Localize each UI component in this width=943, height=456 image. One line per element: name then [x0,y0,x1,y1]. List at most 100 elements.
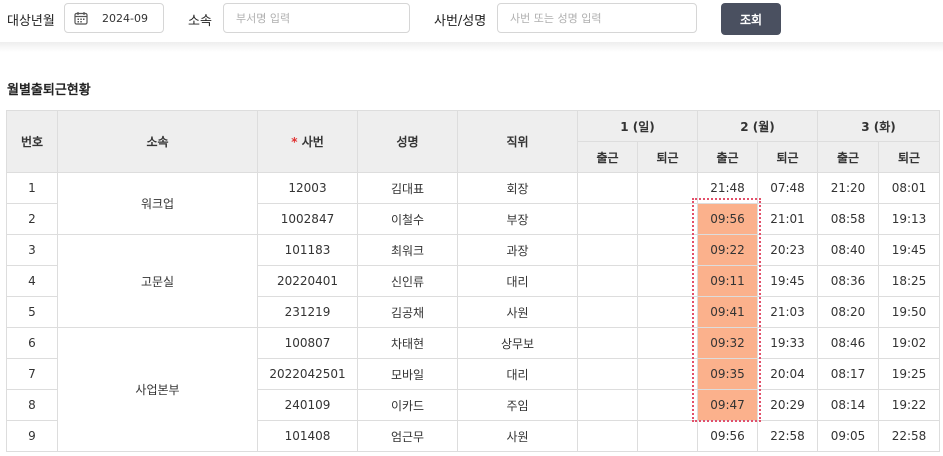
position-cell: 주임 [457,389,578,421]
search-button[interactable]: 조회 [721,3,781,35]
day2-out-cell: 20:04 [757,358,818,390]
day3-in-cell: 09:05 [817,420,879,452]
day3-in-cell: 21:20 [817,172,879,204]
table-row[interactable]: 1 워크업 12003 김대표 회장 21:48 07:48 21:20 08:… [6,172,940,235]
day2-in-cell-highlighted: 09:32 [697,327,758,359]
day1-in-cell [577,389,638,421]
emp-id-cell: 12003 [257,172,358,204]
emp-id-cell: 101183 [257,234,358,266]
filter-divider [0,42,943,52]
dept-cell: 워크업 [57,172,258,235]
emp-id-cell: 101408 [257,420,358,452]
day2-in-cell: 09:56 [697,420,758,452]
calendar-icon[interactable] [74,11,88,25]
month-picker[interactable] [64,3,164,33]
name-cell: 차태현 [357,327,458,359]
name-cell: 엄근무 [357,420,458,452]
day1-in-cell [577,203,638,235]
day2-in-cell: 21:48 [697,172,758,204]
emp-id-cell: 231219 [257,296,358,328]
col-header-emp-id-label: 사번 [301,135,324,149]
day3-out-cell: 19:50 [878,296,940,328]
day1-out-cell [637,327,698,359]
row-no: 4 [6,265,58,297]
emp-label: 사번/성명 [434,14,487,29]
row-no: 7 [6,358,58,390]
day-header-3: 3 (화) [817,110,940,142]
day1-in-cell [577,296,638,328]
name-cell: 최워크 [357,234,458,266]
table-row[interactable]: 3 고문실 101183 최워크 과장 09:22 20:23 08:40 19… [6,234,940,328]
day1-out-header: 퇴근 [637,141,698,173]
day1-in-cell [577,358,638,390]
day3-out-cell: 19:02 [878,327,940,359]
day3-out-cell: 19:13 [878,203,940,235]
day1-out-cell [637,234,698,266]
col-header-position[interactable]: 직위 [457,110,578,173]
day3-out-header: 퇴근 [878,141,940,173]
dept-input[interactable] [224,4,409,32]
day1-in-cell [577,172,638,204]
day3-out-cell: 19:22 [878,389,940,421]
dept-cell: 고문실 [57,234,258,328]
position-cell: 사원 [457,296,578,328]
day3-in-cell: 08:58 [817,203,879,235]
day3-in-cell: 08:36 [817,265,879,297]
day3-in-header: 출근 [817,141,879,173]
day3-out-cell: 22:58 [878,420,940,452]
day2-in-cell-highlighted: 09:47 [697,389,758,421]
day1-out-cell [637,358,698,390]
col-header-dept[interactable]: 소속 [57,110,258,173]
day1-in-cell [577,265,638,297]
row-no: 1 [6,172,58,204]
month-input[interactable] [88,4,163,32]
day2-out-cell: 21:01 [757,203,818,235]
emp-id-cell: 2022042501 [257,358,358,390]
row-no: 6 [6,327,58,359]
day3-in-cell: 08:17 [817,358,879,390]
name-cell: 김공채 [357,296,458,328]
day2-out-cell: 07:48 [757,172,818,204]
day3-in-cell: 08:14 [817,389,879,421]
day1-out-cell [637,172,698,204]
emp-id-cell: 100807 [257,327,358,359]
col-header-emp-id[interactable]: * 사번 [257,110,358,173]
day2-in-cell-highlighted: 09:35 [697,358,758,390]
col-header-no[interactable]: 번호 [6,110,58,173]
day2-out-cell: 19:45 [757,265,818,297]
position-cell: 대리 [457,265,578,297]
row-no: 2 [6,203,58,235]
day2-out-cell: 21:03 [757,296,818,328]
position-cell: 과장 [457,234,578,266]
day2-out-cell: 19:33 [757,327,818,359]
day2-out-header: 퇴근 [757,141,818,173]
position-cell: 회장 [457,172,578,204]
name-cell: 모바일 [357,358,458,390]
position-cell: 상무보 [457,327,578,359]
position-cell: 사원 [457,420,578,452]
day3-in-cell: 08:20 [817,296,879,328]
row-no: 3 [6,234,58,266]
dept-label: 소속 [188,14,212,29]
emp-field[interactable] [497,3,697,33]
position-cell: 대리 [457,358,578,390]
dept-cell: 사업본부 [57,327,258,452]
col-header-name[interactable]: 성명 [357,110,458,173]
table-row[interactable]: 6 사업본부 100807 차태현 상무보 09:32 19:33 08:46 … [6,327,940,452]
required-mark: * [291,135,298,149]
day2-in-cell-highlighted: 09:22 [697,234,758,266]
day2-out-cell: 20:29 [757,389,818,421]
row-no: 5 [6,296,58,328]
dept-field[interactable] [223,3,410,33]
day3-out-cell: 19:25 [878,358,940,390]
day2-out-cell: 20:23 [757,234,818,266]
day2-in-header: 출근 [697,141,758,173]
emp-id-cell: 1002847 [257,203,358,235]
day2-in-cell-highlighted: 09:11 [697,265,758,297]
name-cell: 이철수 [357,203,458,235]
row-no: 8 [6,389,58,421]
day1-in-cell [577,327,638,359]
position-cell: 부장 [457,203,578,235]
day1-out-cell [637,296,698,328]
emp-input[interactable] [498,4,696,32]
